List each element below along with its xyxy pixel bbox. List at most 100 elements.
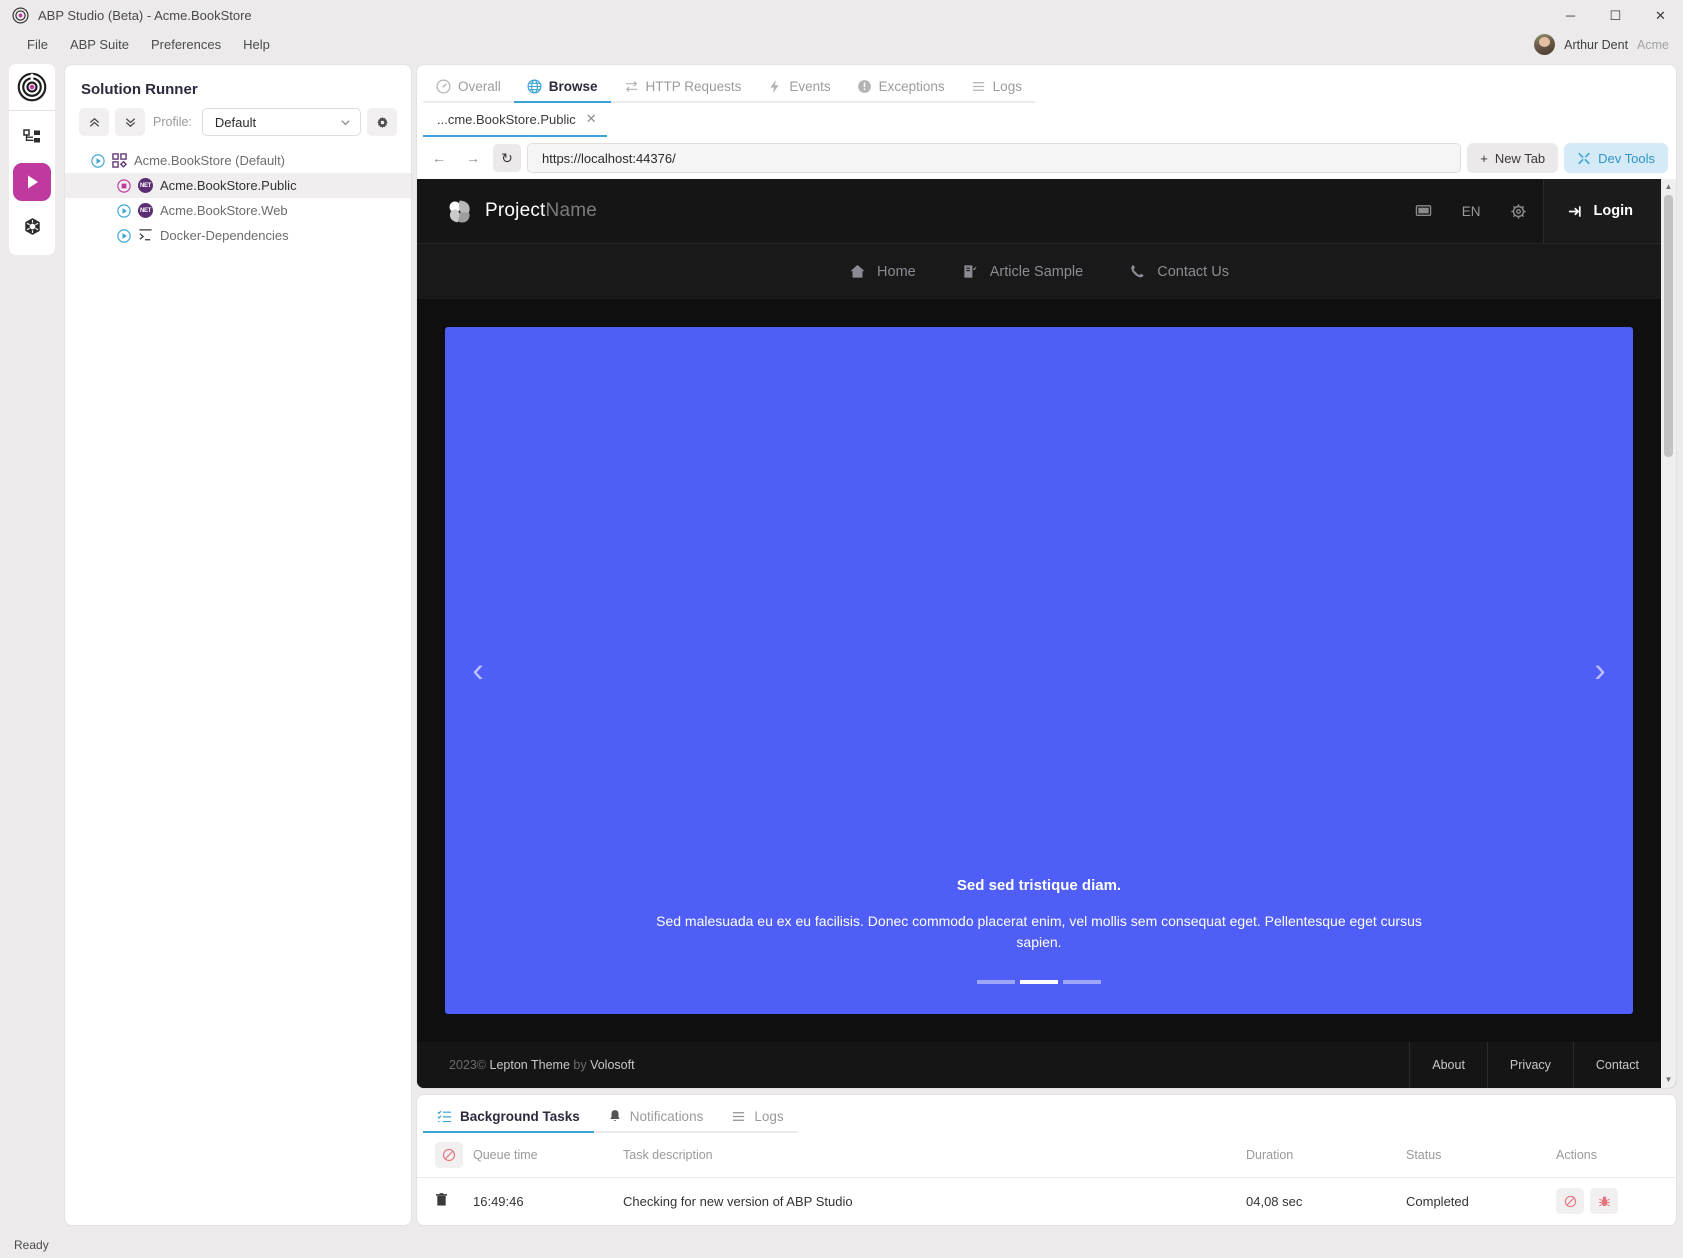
scroll-up-icon[interactable]: ▲ — [1665, 181, 1673, 193]
cancel-all-button[interactable] — [435, 1142, 463, 1168]
title-bar: ABP Studio (Beta) - Acme.BookStore ─ ☐ ✕ — [0, 0, 1683, 31]
browser-toolbar: ← → ↻ https://localhost:44376/ + New Tab… — [417, 137, 1676, 179]
close-button[interactable]: ✕ — [1638, 0, 1683, 31]
tools-icon — [1578, 152, 1590, 165]
col-status: Status — [1406, 1133, 1556, 1178]
trash-icon[interactable] — [435, 1192, 448, 1207]
tab-browse[interactable]: Browse — [513, 71, 611, 103]
tab-events[interactable]: Events — [754, 71, 844, 103]
tasks-icon — [437, 1110, 452, 1122]
cell-task-description: Checking for new version of ABP Studio — [623, 1193, 853, 1209]
stop-circle-icon[interactable] — [117, 178, 131, 193]
user-area[interactable]: Arthur Dent Acme — [1534, 31, 1669, 58]
gear-icon[interactable] — [1495, 203, 1543, 220]
cancel-all-header — [417, 1133, 473, 1178]
dev-tools-button[interactable]: Dev Tools — [1564, 143, 1668, 173]
browser-tab[interactable]: ...cme.BookStore.Public ✕ — [423, 103, 607, 137]
background-tasks-table: Queue time Task description Duration Sta… — [417, 1133, 1676, 1224]
new-tab-label: New Tab — [1494, 150, 1546, 166]
solution-tree: Acme.BookStore (Default) NET Acme.BookSt… — [65, 146, 411, 1225]
sidebar-item-kubernetes[interactable] — [13, 207, 51, 245]
carousel-prev-button[interactable]: ‹ — [455, 651, 501, 690]
footer-link-privacy[interactable]: Privacy — [1486, 1042, 1573, 1088]
module-tabs: Overall Browse HTTP Requests Events Exce… — [417, 65, 1676, 103]
play-circle-icon[interactable] — [91, 153, 105, 168]
profile-value: Default — [214, 114, 257, 130]
row-actions — [1556, 1188, 1676, 1214]
forward-button[interactable]: → — [459, 144, 487, 172]
browser-tab-label: ...cme.BookStore.Public — [437, 111, 576, 127]
menu-item-help[interactable]: Help — [232, 34, 281, 55]
bolt-icon — [770, 79, 779, 93]
screen-icon — [1416, 204, 1432, 216]
sidebar-item-solution-runner[interactable] — [13, 163, 51, 201]
tab-http-requests[interactable]: HTTP Requests — [610, 71, 755, 103]
menu-item-preferences[interactable]: Preferences — [140, 34, 232, 55]
tab-background-tasks[interactable]: Background Tasks — [423, 1101, 594, 1133]
sidebar-item-solution-explorer[interactable] — [13, 119, 51, 157]
menu-item-file[interactable]: File — [16, 34, 59, 55]
nav-item-contact-us[interactable]: Contact Us — [1129, 263, 1229, 280]
footer-link-contact[interactable]: Contact — [1572, 1042, 1661, 1088]
scroll-down-icon[interactable]: ▼ — [1665, 1074, 1673, 1086]
tree-row[interactable]: Docker-Dependencies — [65, 223, 411, 248]
viewport-scrollbar[interactable]: ▲ ▼ — [1661, 179, 1676, 1088]
sign-in-icon — [1568, 205, 1581, 217]
tree-row[interactable]: NET Acme.BookStore.Web — [65, 198, 411, 223]
tab-label: Exceptions — [878, 78, 945, 94]
phone-icon — [1131, 264, 1144, 278]
globe-icon — [527, 79, 542, 93]
cell-actions — [1556, 1178, 1676, 1225]
tab-notifications[interactable]: Notifications — [593, 1101, 718, 1133]
scrollbar-thumb[interactable] — [1664, 195, 1673, 457]
play-circle-icon[interactable] — [117, 203, 131, 218]
nav-item-home[interactable]: Home — [849, 263, 916, 280]
gauge-icon — [436, 79, 451, 93]
tree-row-label: Acme.BookStore.Public — [160, 178, 297, 193]
language-selector[interactable]: EN — [1448, 204, 1495, 219]
carousel-indicators — [644, 980, 1434, 984]
carousel-indicator[interactable] — [1020, 980, 1058, 984]
plus-icon: + — [1480, 150, 1488, 166]
nav-item-article-sample[interactable]: Article Sample — [962, 263, 1083, 280]
panel-title: Solution Runner — [81, 81, 198, 98]
carousel-indicator[interactable] — [1063, 980, 1101, 984]
close-icon[interactable]: ✕ — [586, 111, 597, 127]
profile-select[interactable]: Default — [201, 108, 361, 136]
new-tab-button[interactable]: + New Tab — [1467, 143, 1559, 173]
expand-all-button[interactable] — [115, 108, 145, 136]
carousel-indicator[interactable] — [977, 980, 1015, 984]
cell-duration: 04,08 sec — [1246, 1193, 1303, 1209]
footer-year: 2023© — [449, 1058, 487, 1072]
collapse-all-button[interactable] — [79, 108, 109, 136]
window-title: ABP Studio (Beta) - Acme.BookStore — [38, 8, 252, 23]
exchange-icon — [625, 80, 637, 92]
site-brand[interactable]: ProjectName — [445, 197, 597, 226]
solution-runner-panel: Solution Runner Profile: Default Acme.Bo… — [64, 64, 412, 1226]
tab-overall[interactable]: Overall — [423, 71, 514, 103]
profile-settings-button[interactable] — [367, 108, 397, 136]
tree-row[interactable]: Acme.BookStore (Default) — [65, 148, 411, 173]
chevron-down-double-icon — [125, 117, 135, 127]
minimize-button[interactable]: ─ — [1548, 0, 1593, 31]
cancel-task-button[interactable] — [1556, 1188, 1584, 1214]
maximize-button[interactable]: ☐ — [1593, 0, 1638, 31]
footer-vendor[interactable]: Volosoft — [590, 1058, 634, 1072]
carousel-next-button[interactable]: › — [1577, 651, 1623, 690]
footer-link-about[interactable]: About — [1409, 1042, 1487, 1088]
reload-button[interactable]: ↻ — [493, 144, 521, 172]
tab-exceptions[interactable]: Exceptions — [843, 71, 958, 103]
menu-item-abp-suite[interactable]: ABP Suite — [59, 34, 140, 55]
back-button[interactable]: ← — [425, 144, 453, 172]
tab-logs[interactable]: Logs — [957, 71, 1035, 103]
dotnet-badge-icon: NET — [138, 203, 153, 218]
report-bug-button[interactable] — [1590, 1188, 1618, 1214]
play-circle-icon[interactable] — [117, 228, 131, 243]
login-button[interactable]: Login — [1542, 179, 1661, 243]
url-input[interactable]: https://localhost:44376/ — [527, 143, 1462, 173]
tree-row[interactable]: NET Acme.BookStore.Public — [65, 173, 411, 198]
tab-label: Browse — [548, 78, 598, 94]
tab-logs[interactable]: Logs — [717, 1101, 798, 1133]
browser-viewport: ProjectName EN Login Home Article Sample… — [417, 179, 1676, 1088]
screen-icon[interactable] — [1400, 203, 1448, 220]
